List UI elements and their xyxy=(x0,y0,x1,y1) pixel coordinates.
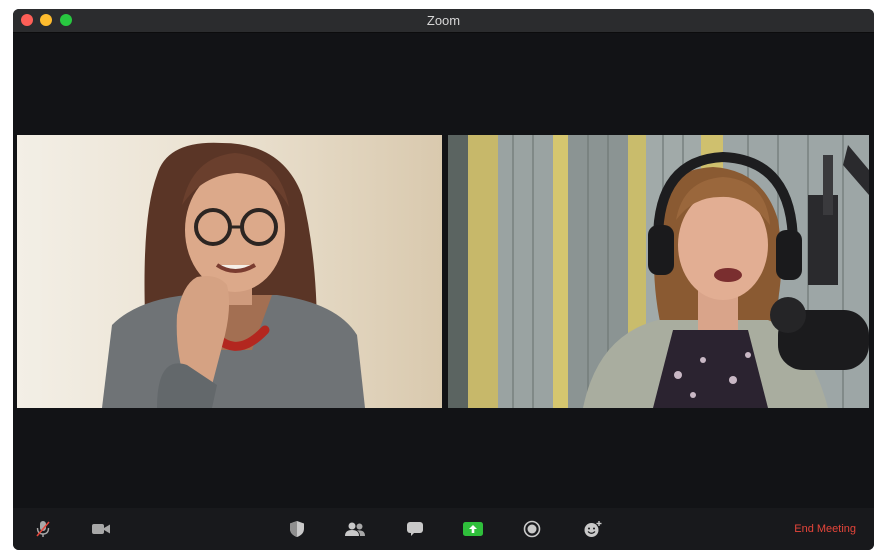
chat-icon[interactable] xyxy=(404,516,426,542)
woman-with-glasses-video xyxy=(17,135,442,408)
title-bar[interactable]: Zoom xyxy=(13,9,874,33)
window-title: Zoom xyxy=(426,13,461,28)
reactions-icon[interactable] xyxy=(581,516,605,542)
record-icon[interactable] xyxy=(521,516,543,542)
participant-video-tile-1[interactable] xyxy=(17,135,442,408)
meeting-gallery xyxy=(13,33,874,508)
video-camera-icon[interactable] xyxy=(90,516,112,542)
meeting-toolbar: End Meeting xyxy=(13,508,874,550)
participant-video-tile-2[interactable] xyxy=(448,135,869,408)
end-meeting-button[interactable]: End Meeting xyxy=(794,508,856,550)
security-shield-icon[interactable] xyxy=(286,516,308,542)
microphone-muted-icon[interactable] xyxy=(32,516,54,542)
woman-with-headphones-video xyxy=(448,135,869,408)
zoom-window: Zoom End Meeting xyxy=(13,9,874,550)
share-screen-icon[interactable] xyxy=(461,516,485,542)
participants-icon[interactable] xyxy=(343,516,367,542)
